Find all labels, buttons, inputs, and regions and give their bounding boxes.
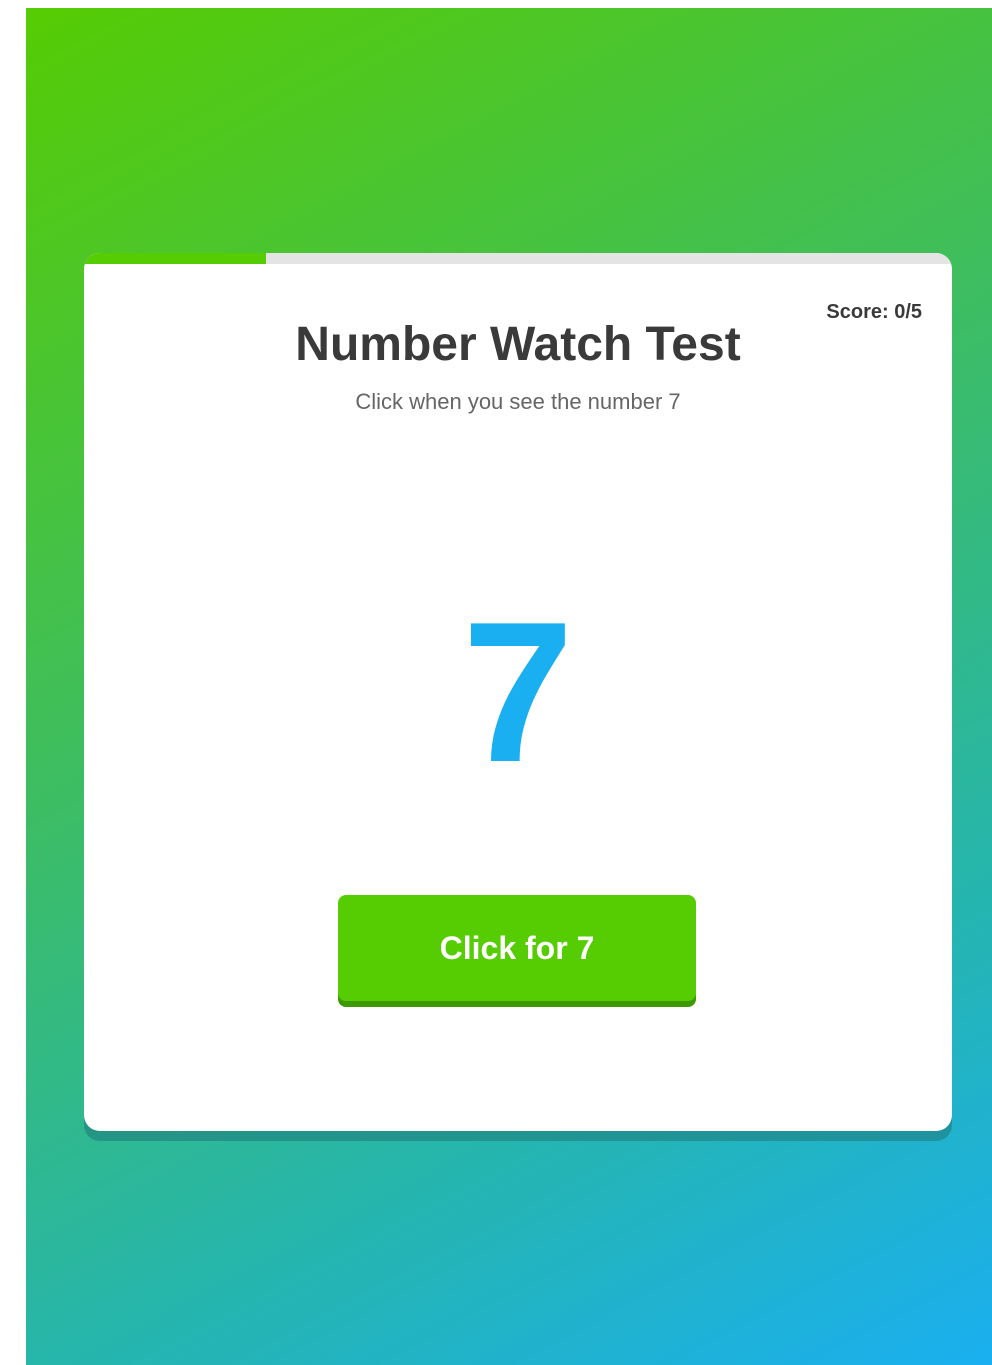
current-number-display: 7 <box>462 581 574 804</box>
click-for-7-button[interactable]: Click for 7 <box>338 895 696 1001</box>
page-title: Number Watch Test <box>295 318 741 371</box>
progress-bar-fill <box>84 253 267 264</box>
game-background: Score: 0/5 Number Watch Test Click when … <box>26 8 992 1365</box>
progress-bar <box>84 253 952 264</box>
instruction-text: Click when you see the number 7 <box>355 389 681 414</box>
game-card: Score: 0/5 Number Watch Test Click when … <box>84 253 952 1131</box>
